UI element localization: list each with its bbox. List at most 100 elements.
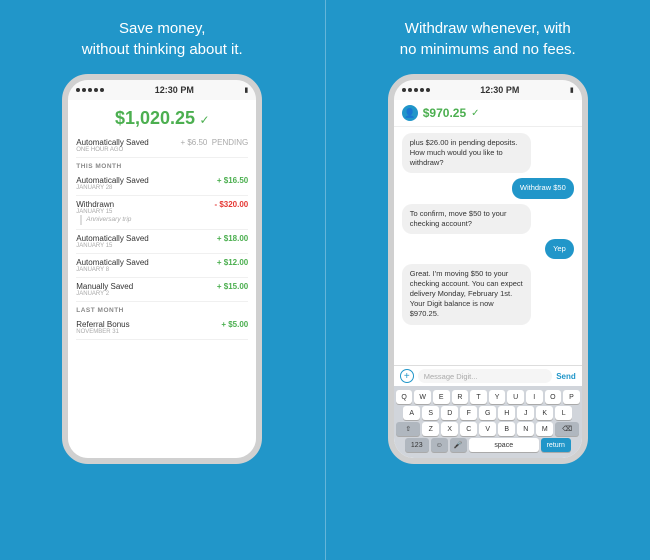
key-u[interactable]: U	[507, 390, 524, 404]
chat-avatar: 👤	[402, 105, 418, 121]
msg-bubble: Withdraw $50	[512, 178, 574, 198]
right-status-bar: 12:30 PM ▮	[394, 80, 582, 100]
tx-date: ONE HOUR AGO	[76, 147, 148, 153]
tx-item: Automatically Saved JANUARY 15 + $18.00	[76, 230, 248, 254]
balance-amount: $1,020.25	[115, 108, 195, 128]
tx-amount: + $6.50 PENDING	[180, 138, 248, 147]
key-return[interactable]: return	[541, 438, 571, 452]
tx-label: Automatically Saved	[76, 234, 148, 243]
key-r[interactable]: R	[452, 390, 469, 404]
tx-item: Automatically Saved JANUARY 8 + $12.00	[76, 254, 248, 278]
left-headline: Save money, without thinking about it.	[82, 18, 243, 60]
keyboard: Q W E R T Y U I O P A S D F G H	[394, 386, 582, 458]
msg-bubble: plus $26.00 in pending deposits. How muc…	[402, 133, 531, 173]
tx-date: JANUARY 8	[76, 267, 148, 273]
chat-plus-button[interactable]: +	[400, 369, 414, 383]
chat-input[interactable]: Message Digit...	[418, 369, 552, 383]
key-x[interactable]: X	[441, 422, 458, 436]
right-headline: Withdraw whenever, with no minimums and …	[400, 18, 576, 60]
key-p[interactable]: P	[563, 390, 580, 404]
chat-header: 👤 $970.25 ✓	[394, 100, 582, 127]
balance-section: $1,020.25 ✓	[68, 100, 256, 134]
msg-text: plus $26.00 in pending deposits. How muc…	[410, 138, 518, 167]
tx-recent: Automatically Saved ONE HOUR AGO + $6.50…	[76, 134, 248, 158]
key-c[interactable]: C	[460, 422, 477, 436]
key-b[interactable]: B	[498, 422, 515, 436]
key-j[interactable]: J	[517, 406, 534, 420]
chat-balance: $970.25	[423, 106, 466, 120]
key-l[interactable]: L	[555, 406, 572, 420]
key-v[interactable]: V	[479, 422, 496, 436]
tx-label: Referral Bonus	[76, 320, 129, 329]
left-status-bar: 12:30 PM ▮	[68, 80, 256, 100]
section-this-month: THIS MONTH	[76, 158, 248, 172]
right-battery: ▮	[570, 86, 574, 94]
msg-text: Withdraw $50	[520, 183, 566, 192]
tx-amount: + $16.50	[217, 176, 248, 185]
key-s[interactable]: S	[422, 406, 439, 420]
tx-label: Automatically Saved	[76, 258, 148, 267]
key-space[interactable]: space	[469, 438, 539, 452]
key-g[interactable]: G	[479, 406, 496, 420]
msg-text: Great. I'm moving $50 to your checking a…	[410, 269, 523, 319]
tx-amount: + $18.00	[217, 234, 248, 243]
key-z[interactable]: Z	[422, 422, 439, 436]
key-numbers[interactable]: 123	[405, 438, 429, 452]
key-a[interactable]: A	[403, 406, 420, 420]
key-t[interactable]: T	[470, 390, 487, 404]
chat-send-button[interactable]: Send	[556, 372, 576, 381]
msg-bubble: Great. I'm moving $50 to your checking a…	[402, 264, 531, 325]
tx-amount: + $15.00	[217, 282, 248, 291]
tx-label: Automatically Saved	[76, 138, 148, 147]
balance-check-icon: ✓	[199, 113, 209, 127]
msg-bubble: Yep	[545, 239, 574, 259]
chat-messages: plus $26.00 in pending deposits. How muc…	[394, 127, 582, 365]
msg-bubble: To confirm, move $50 to your checking ac…	[402, 204, 531, 234]
key-d[interactable]: D	[441, 406, 458, 420]
key-shift[interactable]: ⇧	[396, 422, 420, 436]
chat-input-bar: + Message Digit... Send	[394, 365, 582, 386]
right-time: 12:30 PM	[480, 85, 519, 95]
left-screen: $1,020.25 ✓ Automatically Saved ONE HOUR…	[68, 100, 256, 458]
transaction-list: Automatically Saved ONE HOUR AGO + $6.50…	[68, 134, 256, 458]
key-h[interactable]: H	[498, 406, 515, 420]
keyboard-row-4: 123 ☺ 🎤 space return	[396, 438, 580, 452]
left-battery: ▮	[244, 86, 248, 94]
chat-placeholder: Message Digit...	[424, 372, 478, 381]
chat-check-icon: ✓	[471, 108, 479, 119]
tx-amount: - $320.00	[214, 200, 248, 209]
key-m[interactable]: M	[536, 422, 553, 436]
tx-amount: + $5.00	[221, 320, 248, 329]
key-mic[interactable]: 🎤	[450, 438, 467, 452]
left-phone: 12:30 PM ▮ $1,020.25 ✓ Automatically Sav…	[62, 74, 262, 464]
key-y[interactable]: Y	[489, 390, 506, 404]
msg-text: Yep	[553, 244, 566, 253]
tx-item: Manually Saved JANUARY 2 + $15.00	[76, 278, 248, 302]
tx-amount: + $12.00	[217, 258, 248, 267]
right-phone: 12:30 PM ▮ 👤 $970.25 ✓ plus $26.00 in pe…	[388, 74, 588, 464]
signal-dots	[402, 88, 430, 92]
signal-dots	[76, 88, 104, 92]
key-q[interactable]: Q	[396, 390, 413, 404]
key-n[interactable]: N	[517, 422, 534, 436]
key-e[interactable]: E	[433, 390, 450, 404]
key-f[interactable]: F	[460, 406, 477, 420]
tx-withdrawn: Withdrawn JANUARY 15 Anniversary trip - …	[76, 196, 248, 230]
key-delete[interactable]: ⌫	[555, 422, 579, 436]
key-w[interactable]: W	[414, 390, 431, 404]
right-panel: Withdraw whenever, with no minimums and …	[326, 0, 650, 560]
tx-date: NOVEMBER 31	[76, 329, 129, 335]
keyboard-row-3: ⇧ Z X C V B N M ⌫	[396, 422, 580, 436]
right-screen: 👤 $970.25 ✓ plus $26.00 in pending depos…	[394, 100, 582, 458]
keyboard-row-1: Q W E R T Y U I O P	[396, 390, 580, 404]
key-i[interactable]: I	[526, 390, 543, 404]
msg-text: To confirm, move $50 to your checking ac…	[410, 209, 507, 228]
key-emoji[interactable]: ☺	[431, 438, 448, 452]
keyboard-row-2: A S D F G H J K L	[396, 406, 580, 420]
tx-item: Referral Bonus NOVEMBER 31 + $5.00	[76, 316, 248, 340]
key-o[interactable]: O	[545, 390, 562, 404]
tx-item: Automatically Saved JANUARY 28 + $16.50	[76, 172, 248, 196]
left-time: 12:30 PM	[155, 85, 194, 95]
tx-note: Anniversary trip	[80, 215, 131, 225]
key-k[interactable]: K	[536, 406, 553, 420]
